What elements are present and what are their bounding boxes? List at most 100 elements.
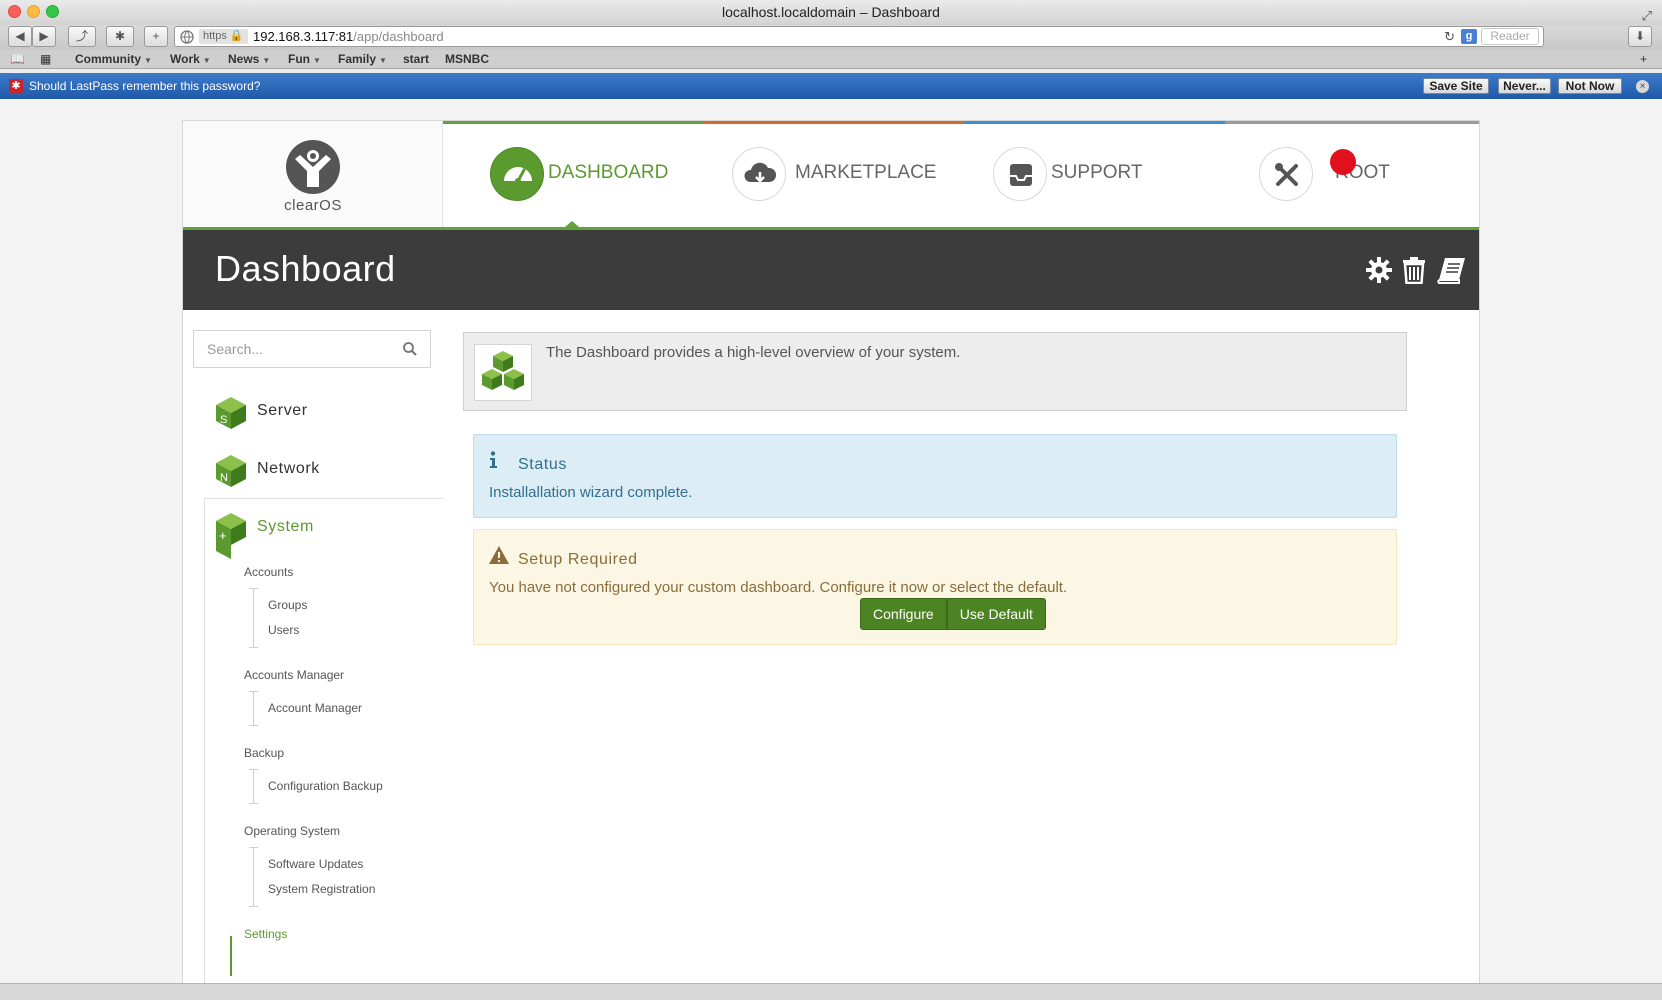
logo-area[interactable]: clearOS <box>183 121 443 227</box>
section-operating-system[interactable]: Operating System <box>244 824 340 838</box>
search-box <box>193 330 431 368</box>
tree-connector <box>249 588 258 648</box>
lastpass-toolbar-button[interactable]: ✱ <box>106 26 134 47</box>
bookmark-community[interactable]: Community ▼ <box>75 52 152 66</box>
nav-dashboard[interactable]: DASHBOARD <box>490 147 680 203</box>
top-navigation: clearOS DASHBOARD MARKETPLACE SUPPORT RO… <box>183 121 1479 230</box>
dashboard-intro-box: The Dashboard provides a high-level over… <box>463 332 1407 411</box>
search-icon[interactable] <box>402 341 418 357</box>
warning-icon <box>489 546 509 564</box>
status-title: Status <box>518 456 567 473</box>
forward-button[interactable]: ▶ <box>32 26 56 47</box>
setup-button-group: Configure Use Default <box>860 598 1046 630</box>
bookmark-work[interactable]: Work ▼ <box>170 52 211 66</box>
never-button[interactable]: Never... <box>1498 78 1551 94</box>
nav-link-account-manager[interactable]: Account Manager <box>268 701 362 715</box>
server-cube-icon: S <box>216 397 246 429</box>
nav-link-groups[interactable]: Groups <box>268 598 307 612</box>
horizontal-scrollbar[interactable] <box>0 983 1662 1000</box>
nav-marketplace[interactable]: MARKETPLACE <box>732 147 936 203</box>
save-site-button[interactable]: Save Site <box>1423 78 1489 94</box>
section-backup[interactable]: Backup <box>244 746 284 760</box>
nav-link-configuration-backup[interactable]: Configuration Backup <box>268 779 383 793</box>
tree-connector <box>249 691 258 726</box>
top-sites-icon[interactable]: ▦ <box>40 52 51 66</box>
url-text: 192.168.3.117:81/app/dashboard <box>253 29 444 44</box>
bookmark-start[interactable]: start <box>403 52 429 66</box>
nav-stripe <box>703 121 963 124</box>
not-now-button[interactable]: Not Now <box>1558 78 1622 94</box>
downloads-button[interactable]: ⬇ <box>1628 26 1652 47</box>
nav-dashboard-label: DASHBOARD <box>548 162 669 183</box>
nav-link-system-registration[interactable]: System Registration <box>268 882 375 896</box>
nav-stripe <box>443 121 703 124</box>
gear-icon[interactable] <box>1365 256 1393 284</box>
bookmark-family[interactable]: Family ▼ <box>338 52 387 66</box>
add-bookmark-icon[interactable]: + <box>1640 52 1647 66</box>
speedometer-icon <box>490 147 544 201</box>
tools-icon <box>1259 147 1313 201</box>
app-frame: clearOS DASHBOARD MARKETPLACE SUPPORT RO… <box>182 120 1480 983</box>
search-input[interactable] <box>194 331 394 367</box>
lastpass-prompt: Should LastPass remember this password? <box>29 79 261 93</box>
setup-required-alert: Setup Required You have not configured y… <box>473 529 1397 645</box>
tree-connector <box>249 847 258 907</box>
active-section-marker <box>230 936 232 976</box>
google-search-icon[interactable]: g <box>1461 29 1477 44</box>
status-alert: Status Installallation wizard complete. <box>473 434 1397 518</box>
nav-support-label: SUPPORT <box>1051 162 1143 183</box>
system-cube-letter: + <box>219 528 227 543</box>
nav-link-users[interactable]: Users <box>268 623 299 637</box>
use-default-button[interactable]: Use Default <box>946 598 1046 630</box>
tree-connector <box>249 769 258 804</box>
close-notification-icon[interactable]: × <box>1636 80 1649 93</box>
network-cube-icon: N <box>216 455 246 487</box>
category-server[interactable]: S Server <box>215 396 415 430</box>
sidebar: S Server N Network + <box>183 310 443 983</box>
url-scheme: https 🔒 <box>199 29 248 44</box>
reading-list-icon[interactable]: 📖 <box>10 52 25 66</box>
new-tab-button[interactable]: + <box>144 26 168 47</box>
reload-icon[interactable]: ↻ <box>1444 27 1455 46</box>
back-button[interactable]: ◀ <box>8 26 32 47</box>
section-accounts-manager[interactable]: Accounts Manager <box>244 668 344 682</box>
bookmark-news[interactable]: News ▼ <box>228 52 270 66</box>
section-settings[interactable]: Settings <box>244 927 287 941</box>
minimize-window-button[interactable] <box>27 5 40 18</box>
setup-title: Setup Required <box>518 551 638 568</box>
category-network[interactable]: N Network <box>215 454 415 488</box>
category-system[interactable]: + System <box>215 512 415 559</box>
window-titlebar: localhost.localdomain – Dashboard ⤢ <box>0 0 1662 25</box>
reader-button[interactable]: Reader <box>1481 28 1539 45</box>
server-cube-letter: S <box>220 414 227 426</box>
close-window-button[interactable] <box>8 5 21 18</box>
lastpass-notification-bar: ✱ Should LastPass remember this password… <box>0 73 1662 99</box>
book-icon[interactable] <box>1437 256 1467 284</box>
status-message: Installallation wizard complete. <box>489 484 693 501</box>
notification-badge[interactable] <box>1330 149 1356 175</box>
logo-text: clearOS <box>284 197 342 214</box>
system-cube-icon: + <box>216 513 246 559</box>
network-cube-letter: N <box>220 472 228 484</box>
bookmark-fun[interactable]: Fun ▼ <box>288 52 321 66</box>
active-nav-pointer <box>565 221 579 227</box>
globe-icon <box>180 30 194 44</box>
nav-link-software-updates[interactable]: Software Updates <box>268 857 363 871</box>
page-title: Dashboard <box>215 248 396 289</box>
address-bar[interactable]: https 🔒 192.168.3.117:81/app/dashboard ↻… <box>174 26 1544 47</box>
nav-support[interactable]: SUPPORT <box>993 147 1143 203</box>
nav-marketplace-label: MARKETPLACE <box>795 162 937 183</box>
setup-message: You have not configured your custom dash… <box>489 579 1068 596</box>
zoom-window-button[interactable] <box>46 5 59 18</box>
lastpass-logo-icon: ✱ <box>9 79 23 93</box>
browser-toolbar: ◀ ▶ ⤴ ✱ + https 🔒 192.168.3.117:81/app/d… <box>0 25 1662 50</box>
category-system-label: System <box>257 518 314 535</box>
nav-stripe <box>1225 121 1479 124</box>
bookmark-msnbc[interactable]: MSNBC <box>445 52 489 66</box>
system-panel <box>204 498 443 983</box>
share-button[interactable]: ⤴ <box>68 26 96 47</box>
trash-icon[interactable] <box>1402 256 1426 284</box>
configure-button[interactable]: Configure <box>860 598 947 630</box>
section-accounts[interactable]: Accounts <box>244 565 293 579</box>
info-icon-box <box>474 344 532 401</box>
